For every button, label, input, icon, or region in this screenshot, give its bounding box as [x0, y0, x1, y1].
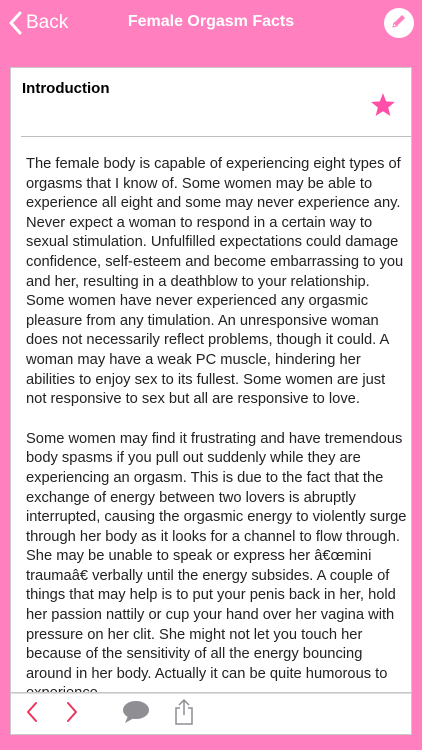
article-paragraph: Some women may find it frustrating and h… [26, 430, 407, 692]
article-paragraph: The female body is capable of experienci… [26, 156, 404, 408]
article-body: The female body is capable of experienci… [26, 155, 407, 692]
speech-bubble-icon [122, 700, 150, 729]
previous-button[interactable] [17, 699, 47, 729]
star-icon [370, 93, 396, 122]
navigation-bar: Back Female Orgasm Facts [0, 0, 422, 48]
toolbar-divider [11, 693, 411, 694]
pencil-icon [390, 12, 408, 35]
comment-button[interactable] [121, 699, 151, 729]
share-button[interactable] [169, 698, 199, 731]
article-card: Introduction The female body is capable … [10, 67, 412, 693]
chevron-right-icon [65, 701, 79, 728]
bottom-toolbar [10, 693, 412, 735]
next-button[interactable] [57, 699, 87, 729]
title-divider [21, 136, 411, 137]
section-title: Introduction [22, 80, 110, 97]
chevron-left-icon [25, 701, 39, 728]
favorite-button[interactable] [370, 92, 396, 123]
share-icon [173, 698, 195, 731]
page-title: Female Orgasm Facts [127, 13, 295, 30]
app-screen: Back Female Orgasm Facts Introduction Th… [0, 0, 422, 750]
edit-button[interactable] [384, 8, 414, 38]
